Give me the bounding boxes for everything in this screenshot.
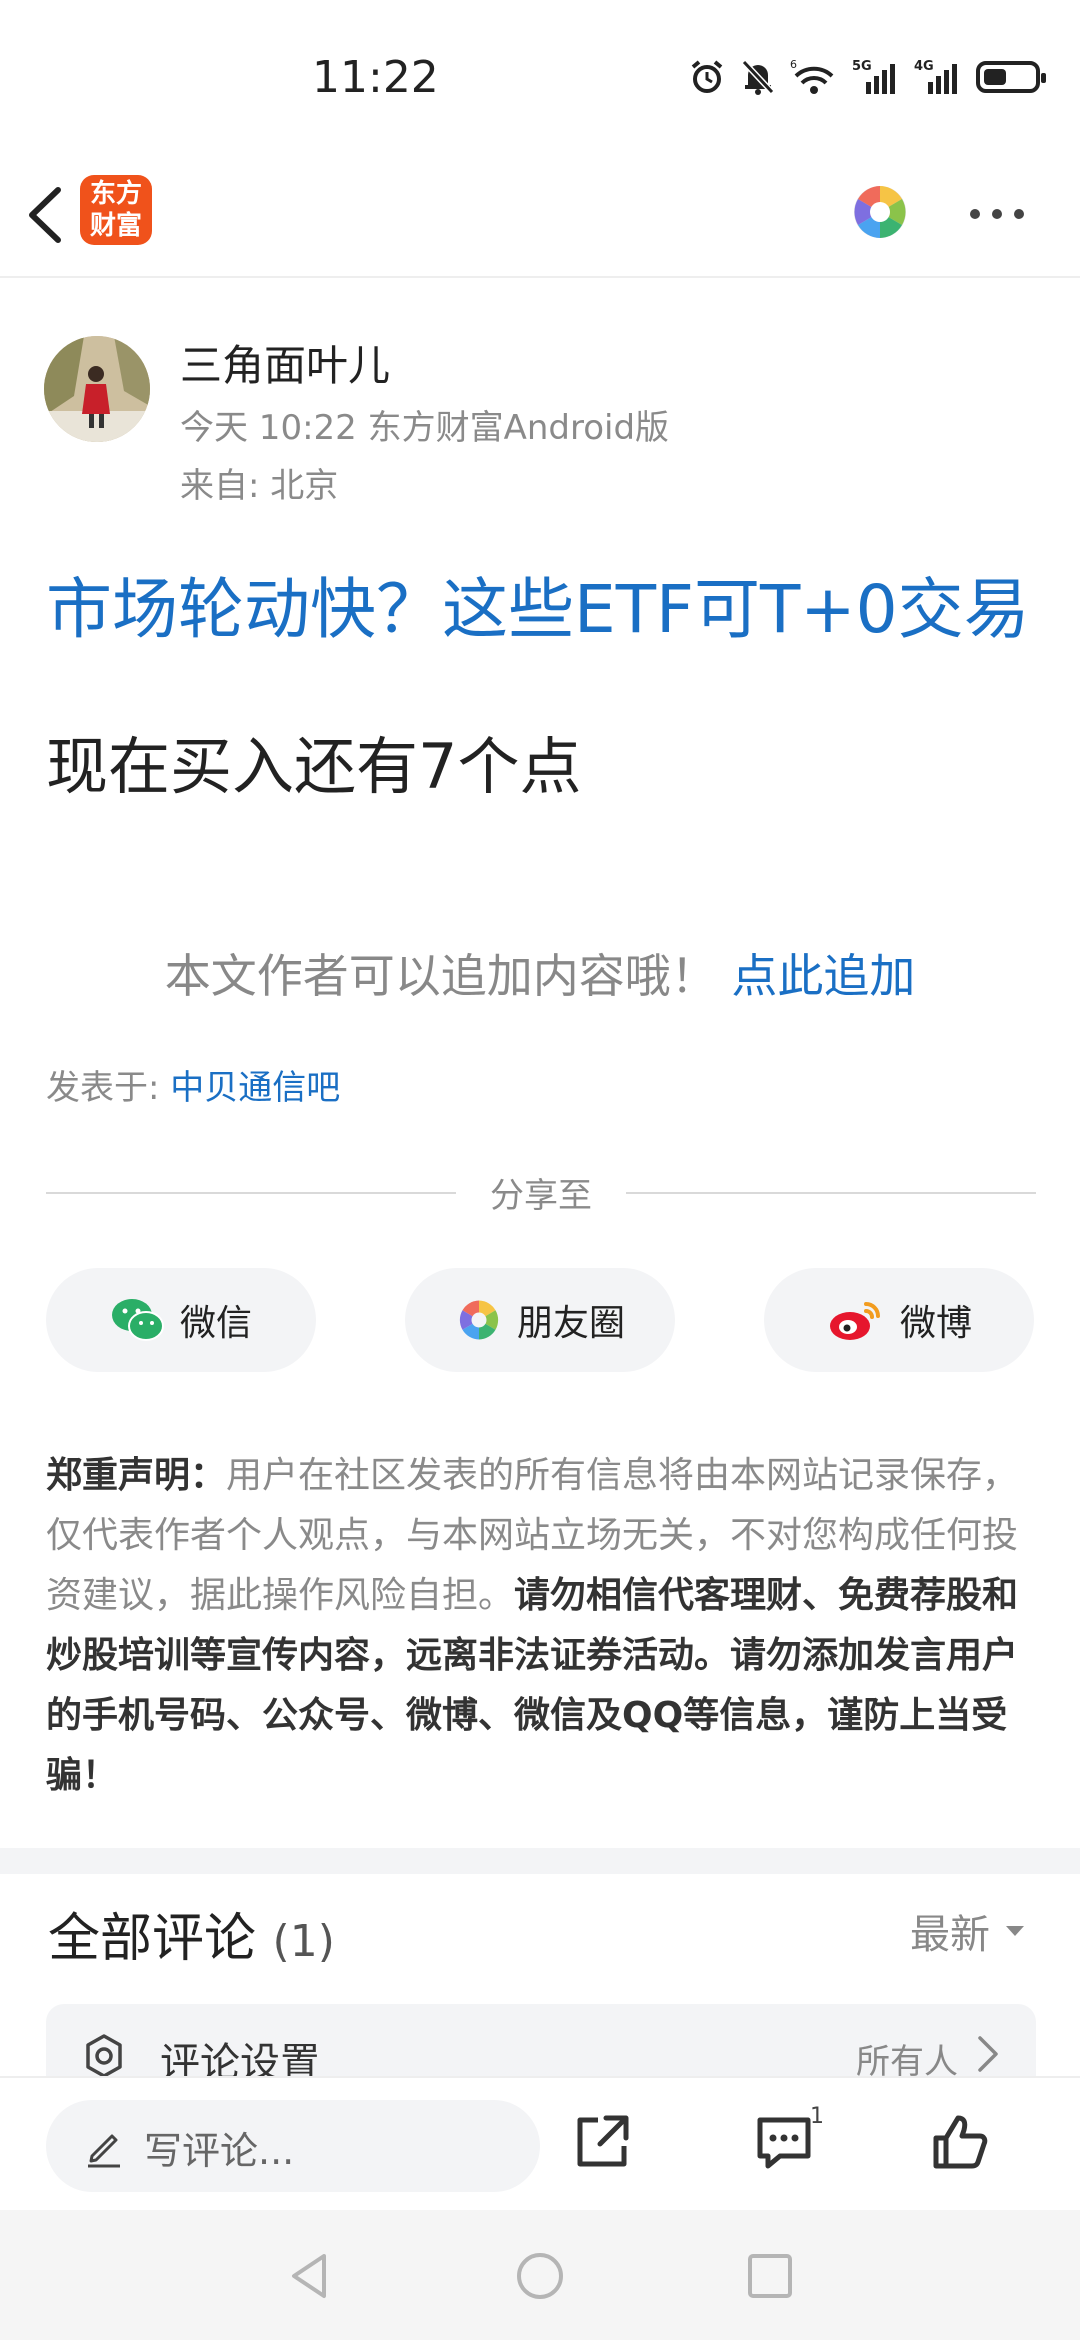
share-icon[interactable] — [570, 2110, 634, 2174]
more-options-button[interactable] — [970, 202, 1036, 226]
signal-5g-icon: 5G — [852, 59, 895, 94]
logo-text-line2: 财富 — [89, 211, 142, 241]
svg-text:5G: 5G — [852, 59, 872, 74]
nav-home-icon[interactable] — [514, 2250, 566, 2302]
back-button[interactable] — [18, 180, 78, 250]
nav-recents-icon[interactable] — [744, 2250, 796, 2302]
battery-icon — [976, 61, 1046, 93]
moments-share-icon[interactable] — [848, 180, 912, 244]
author-name[interactable]: 三角面叶儿 — [180, 332, 390, 393]
posted-in-label: 发表于: — [46, 1068, 171, 1108]
stock-bar-link[interactable]: 中贝通信吧 — [170, 1068, 340, 1108]
sort-label: 最新 — [910, 1912, 990, 1958]
share-wechat-button[interactable]: 微信 — [46, 1268, 316, 1372]
logo-text-line1: 东方 — [89, 179, 142, 209]
share-weibo-button[interactable]: 微博 — [764, 1268, 1034, 1372]
system-nav-bar — [0, 2210, 1080, 2340]
wifi-icon: 6 — [790, 58, 834, 94]
append-content-link[interactable]: 点此追加 — [731, 949, 915, 1003]
bottom-action-bar: 写评论... 1 — [0, 2076, 1080, 2212]
author-avatar[interactable] — [44, 336, 150, 442]
post-location: 来自: 北京 — [180, 466, 339, 506]
wechat-icon — [111, 1299, 164, 1341]
alarm-icon — [691, 60, 723, 93]
comment-placeholder: 写评论... — [144, 2129, 295, 2173]
svg-text:4G: 4G — [914, 59, 934, 74]
caret-down-icon — [1006, 1926, 1024, 1936]
avatar-image — [44, 336, 150, 442]
share-wechat-label: 微信 — [179, 1303, 252, 1344]
svg-text:6: 6 — [790, 58, 797, 71]
share-moments-button[interactable]: 朋友圈 — [405, 1268, 675, 1372]
append-content-row: 本文作者可以追加内容哦！ 点此追加 — [0, 940, 1080, 1006]
write-comment-input[interactable]: 写评论... — [46, 2100, 540, 2192]
status-icons: 6 5G 4G — [688, 58, 1046, 96]
disclaimer-colon: ： — [190, 1455, 227, 1496]
status-time: 11:22 — [312, 52, 439, 103]
posted-in: 发表于: 中贝通信吧 — [46, 1060, 340, 1109]
top-nav-bar: 东方 财富 — [0, 150, 1080, 278]
disclaimer: 郑重声明：用户在社区发表的所有信息将由本网站记录保存，仅代表作者个人观点，与本网… — [46, 1446, 1038, 1806]
share-moments-label: 朋友圈 — [516, 1303, 625, 1344]
section-separator — [0, 1848, 1080, 1874]
pencil-icon — [88, 2134, 120, 2168]
share-divider: 分享至 — [46, 1168, 1036, 1216]
comments-header: 全部评论 (1) — [48, 1896, 335, 1971]
signal-4g-icon: 4G — [914, 59, 957, 94]
post-meta: 今天 10:22 东方财富Android版 — [180, 408, 670, 448]
append-prompt: 本文作者可以追加内容哦！ — [164, 949, 717, 1003]
moments-icon — [459, 1300, 499, 1340]
dot-icon — [970, 209, 980, 219]
dot-icon — [1014, 209, 1024, 219]
mute-icon — [741, 59, 775, 95]
status-bar: 11:22 6 5G 4G — [0, 0, 1080, 150]
comment-count-badge: 1 — [810, 2104, 824, 2129]
like-icon[interactable] — [928, 2110, 992, 2174]
share-weibo-label: 微博 — [899, 1303, 972, 1344]
nav-back-icon[interactable] — [284, 2250, 336, 2302]
gear-icon — [86, 2034, 122, 2078]
disclaimer-title: 郑重声明 — [46, 1455, 191, 1496]
post-body: 现在买入还有7个点 — [46, 730, 582, 803]
post-title[interactable]: 市场轮动快？这些ETF可T+0交易 — [46, 556, 1030, 652]
battery-fill — [984, 69, 1006, 85]
comments-title: 全部评论 — [48, 1909, 257, 1969]
chevron-right-icon — [978, 2036, 998, 2072]
divider-line — [626, 1192, 1036, 1194]
app-logo[interactable]: 东方 财富 — [80, 175, 152, 245]
dot-icon — [992, 209, 1002, 219]
comment-sort-dropdown[interactable]: 最新 — [910, 1902, 1026, 1960]
weibo-icon — [829, 1302, 880, 1340]
comments-count: (1) — [272, 1916, 335, 1967]
comment-icon[interactable] — [752, 2110, 816, 2174]
